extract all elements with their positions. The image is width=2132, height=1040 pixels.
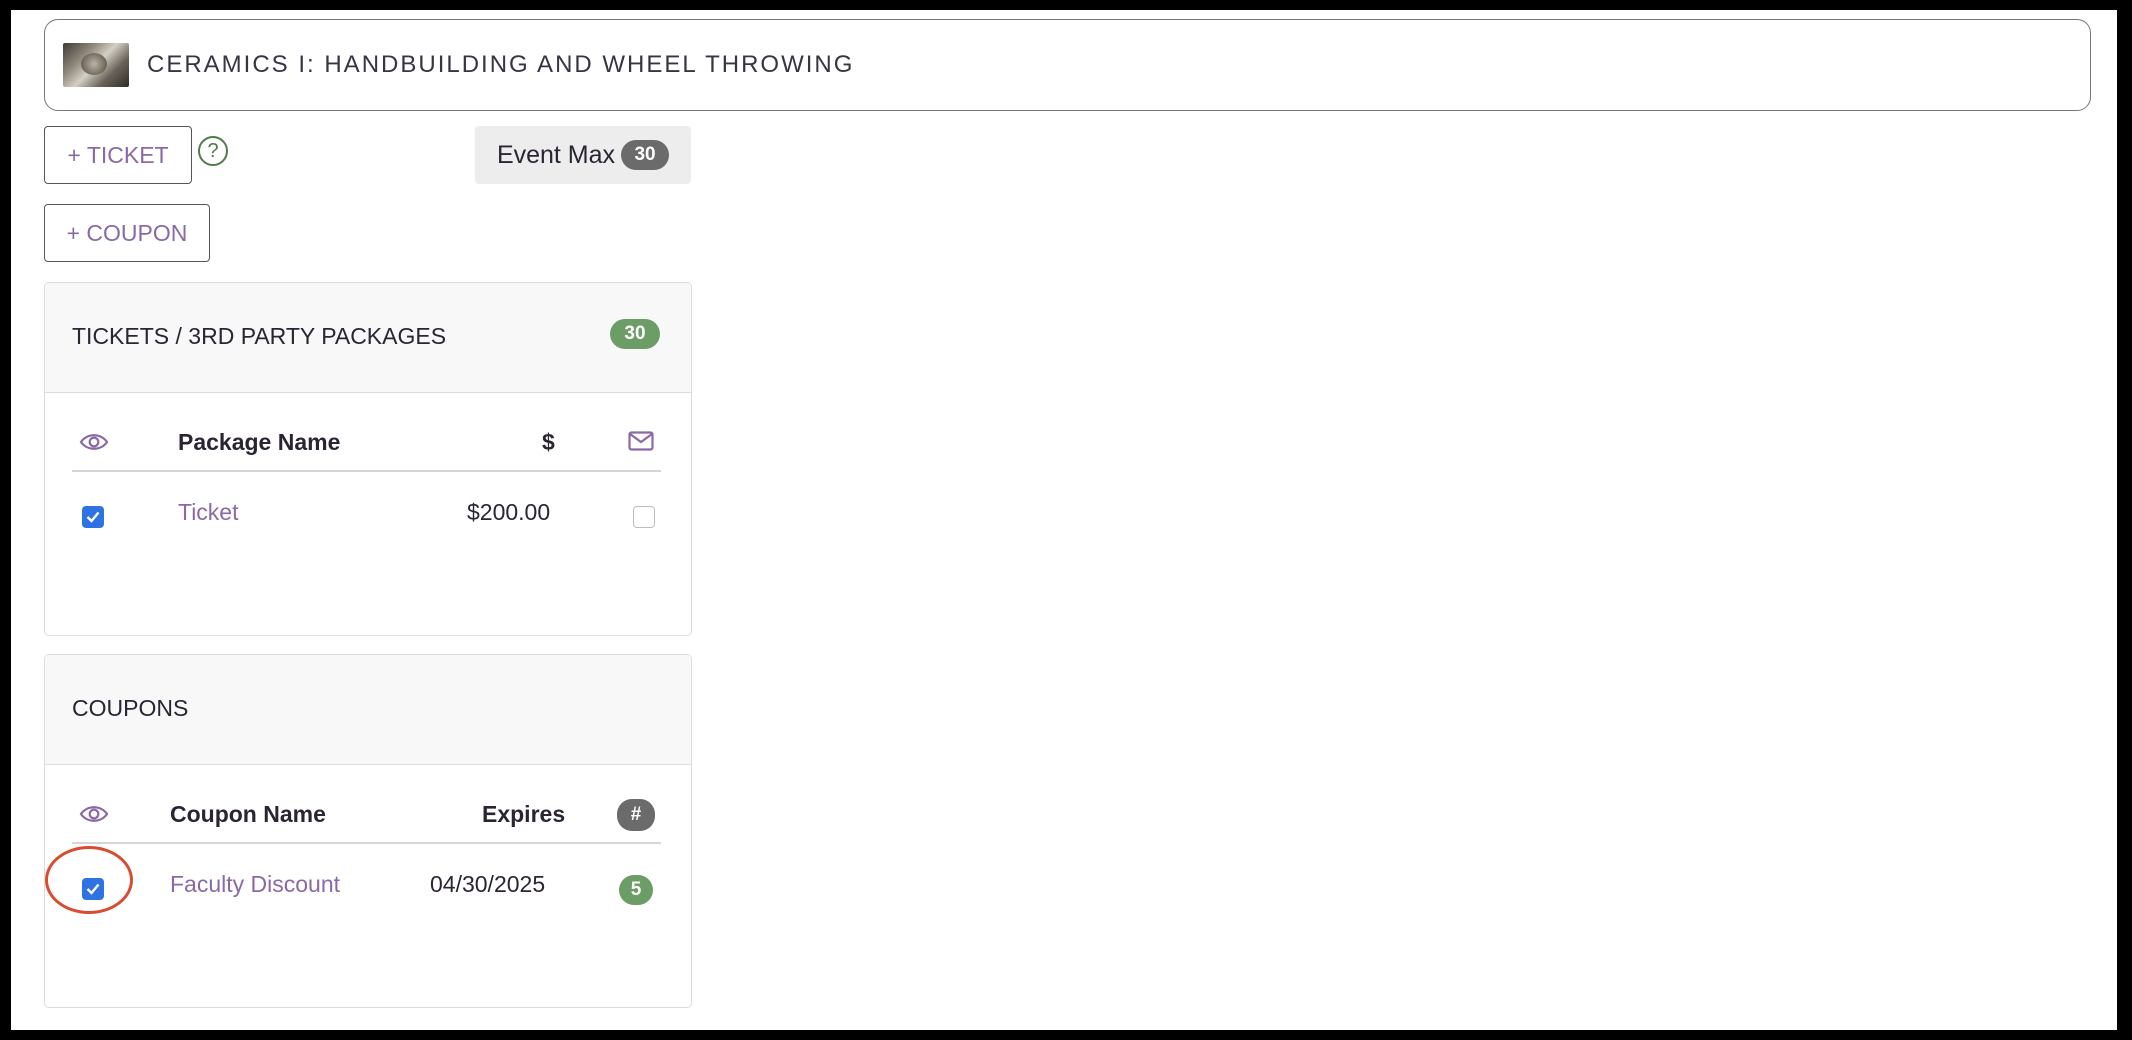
- ticket-price: $200.00: [467, 499, 551, 525]
- col-expires: Expires: [482, 801, 566, 827]
- table-header-rule: [72, 842, 661, 844]
- envelope-icon: [628, 431, 654, 451]
- col-price: $: [542, 429, 555, 455]
- coupons-card: COUPONS Coupon Name Expires # Faculty Di…: [44, 654, 692, 1008]
- event-title: CERAMICS I: HANDBUILDING AND WHEEL THROW…: [147, 51, 855, 78]
- coupon-expires: 04/30/2025: [430, 871, 546, 897]
- check-icon: [86, 511, 100, 523]
- event-max-label: Event Max: [496, 140, 616, 169]
- ticket-name-link[interactable]: Ticket: [178, 499, 239, 526]
- event-thumbnail: [63, 43, 129, 87]
- tickets-count-badge: 30: [610, 319, 660, 349]
- coupon-count-badge: 5: [619, 875, 653, 905]
- col-count-badge: #: [617, 799, 655, 831]
- help-icon[interactable]: ?: [198, 136, 228, 166]
- event-header: CERAMICS I: HANDBUILDING AND WHEEL THROW…: [44, 19, 2091, 111]
- page: CERAMICS I: HANDBUILDING AND WHEEL THROW…: [11, 10, 2117, 1030]
- event-max-count: 30: [621, 140, 670, 170]
- coupon-name-link[interactable]: Faculty Discount: [170, 871, 340, 898]
- tickets-card-title: TICKETS / 3RD PARTY PACKAGES: [72, 323, 447, 349]
- coupons-card-header: COUPONS: [45, 655, 691, 765]
- ticket-email-checkbox[interactable]: [633, 506, 655, 528]
- col-package-name: Package Name: [178, 429, 341, 455]
- add-ticket-button[interactable]: + TICKET: [44, 126, 192, 184]
- coupon-visible-checkbox[interactable]: [82, 878, 104, 900]
- check-icon: [86, 883, 100, 895]
- add-coupon-button[interactable]: + COUPON: [44, 204, 210, 262]
- eye-icon: [79, 434, 109, 450]
- tickets-card-header: TICKETS / 3RD PARTY PACKAGES 30: [45, 283, 691, 393]
- tickets-card: TICKETS / 3RD PARTY PACKAGES 30 Package …: [44, 282, 692, 636]
- ticket-visible-checkbox[interactable]: [82, 506, 104, 528]
- col-coupon-name: Coupon Name: [170, 801, 326, 827]
- table-header-rule: [72, 470, 661, 472]
- coupons-card-title: COUPONS: [72, 695, 189, 721]
- event-max-badge: Event Max 30: [475, 126, 691, 184]
- eye-icon: [79, 806, 109, 822]
